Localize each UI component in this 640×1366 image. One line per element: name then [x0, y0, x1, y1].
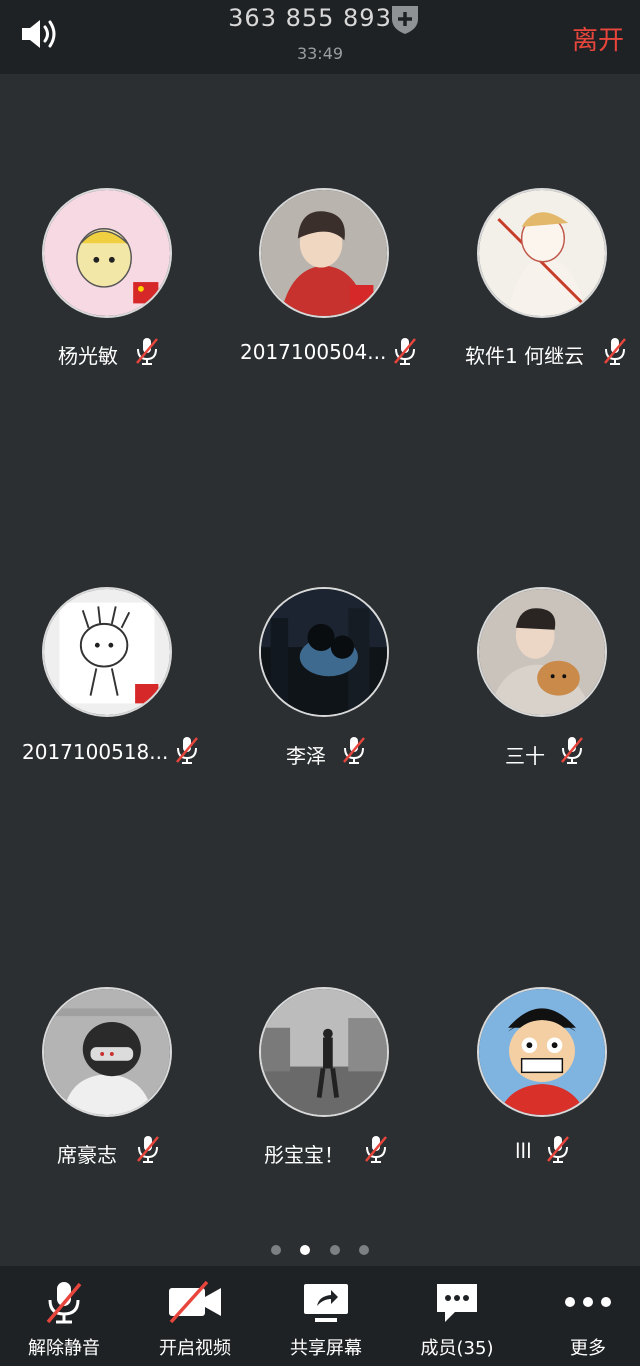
- avatar: [259, 188, 389, 318]
- mic-muted-icon: [559, 735, 585, 765]
- mic-muted-icon: [0, 1278, 128, 1326]
- page-indicator[interactable]: [0, 1240, 640, 1255]
- share-screen-button[interactable]: 共享屏幕: [262, 1266, 390, 1366]
- top-bar: 363 855 893 33:49 离开: [0, 0, 640, 74]
- meeting-timer: 33:49: [296, 44, 344, 63]
- bottom-toolbar: 解除静音 开启视频 共享屏幕 成员(35) 更多: [0, 1266, 640, 1366]
- more-button[interactable]: 更多: [524, 1266, 640, 1366]
- mic-muted-icon: [602, 336, 628, 366]
- mic-muted-icon: [134, 336, 160, 366]
- more-label: 更多: [570, 1338, 606, 1359]
- participant-name: 李泽: [286, 744, 326, 768]
- mic-muted-icon: [341, 735, 367, 765]
- avatar: [259, 987, 389, 1117]
- page-dot[interactable]: [271, 1245, 282, 1255]
- more-dots-icon: [524, 1278, 640, 1326]
- start-video-label: 开启视频: [159, 1338, 231, 1359]
- participant-name: 席豪志: [57, 1143, 117, 1167]
- participant-name: 2017100504...: [240, 340, 387, 364]
- unmute-label: 解除静音: [28, 1338, 100, 1359]
- members-button[interactable]: 成员(35): [393, 1266, 521, 1366]
- mic-muted-icon: [174, 735, 200, 765]
- security-shield-icon[interactable]: [390, 3, 420, 35]
- participant-name: 三十: [505, 744, 545, 768]
- participant-name: 2017100518...: [22, 740, 169, 764]
- video-off-icon: [131, 1278, 259, 1326]
- participant-name: lll: [515, 1139, 532, 1163]
- mic-muted-icon: [363, 1134, 389, 1164]
- avatar: [42, 188, 172, 318]
- mic-muted-icon: [135, 1134, 161, 1164]
- share-screen-label: 共享屏幕: [290, 1338, 362, 1359]
- share-screen-icon: [262, 1278, 390, 1326]
- participant-name: 杨光敏: [58, 344, 118, 368]
- avatar: [42, 987, 172, 1117]
- page-dot[interactable]: [358, 1245, 369, 1255]
- meeting-id: 363 855 893: [228, 4, 392, 32]
- mic-muted-icon: [392, 336, 418, 366]
- avatar: [42, 587, 172, 717]
- avatar: [477, 188, 607, 318]
- unmute-button[interactable]: 解除静音: [0, 1266, 128, 1366]
- chat-bubble-icon: [393, 1278, 521, 1326]
- avatar: [259, 587, 389, 717]
- avatar: [477, 987, 607, 1117]
- page-dot-active[interactable]: [300, 1245, 311, 1255]
- page-dot[interactable]: [329, 1245, 340, 1255]
- participant-name: 彤宝宝！: [264, 1143, 344, 1167]
- mic-muted-icon: [545, 1134, 571, 1164]
- members-label: 成员(35): [420, 1338, 494, 1359]
- start-video-button[interactable]: 开启视频: [131, 1266, 259, 1366]
- participant-name: 软件1 何继云: [465, 344, 585, 368]
- leave-button[interactable]: 离开: [572, 20, 624, 57]
- avatar: [477, 587, 607, 717]
